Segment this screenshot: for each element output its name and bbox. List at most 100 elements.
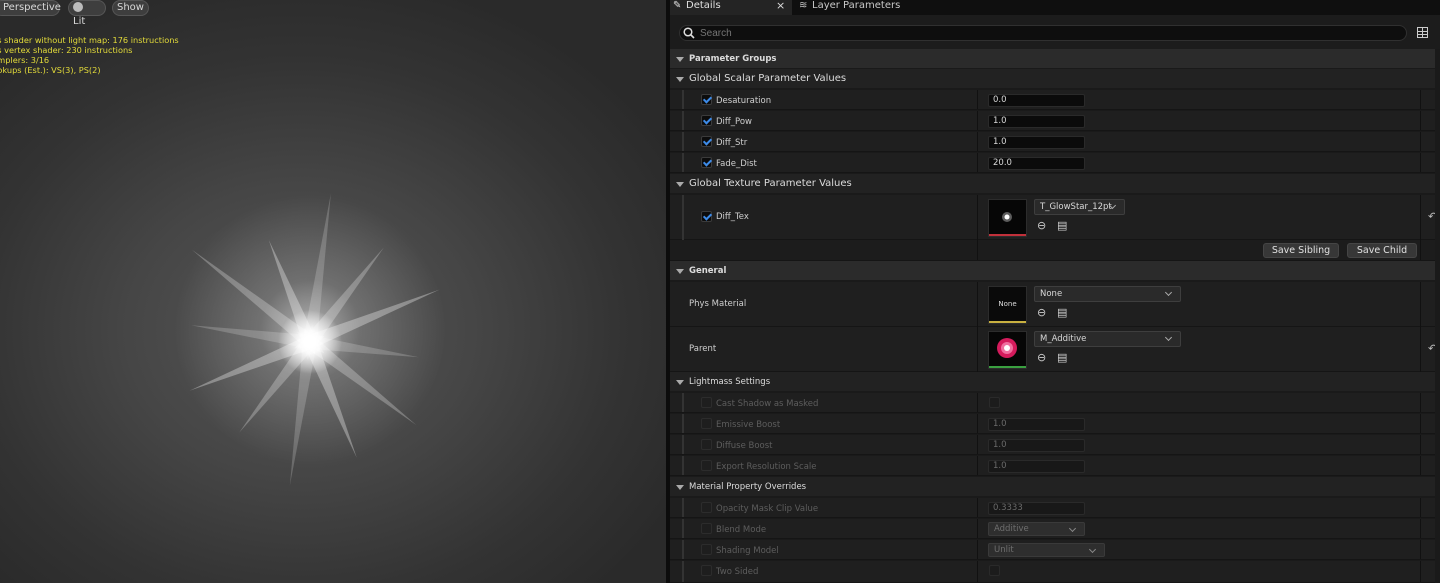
property-name: Export Resolution Scale [716,462,817,472]
texture-asset-name: T_GlowStar_12pt [1040,202,1112,212]
property-row-cast-shadow-masked: Cast Shadow as Masked [670,393,1440,413]
lit-mode-button[interactable]: Lit [68,0,106,27]
override-checkbox[interactable] [701,460,712,471]
search-input[interactable] [679,25,1407,41]
property-name: Parent [689,344,717,354]
material-preview-icon [997,338,1017,358]
lit-sphere-icon [73,2,83,12]
shader-stats: ass shader without light map: 176 instru… [0,35,179,75]
section-lightmass[interactable]: Lightmass Settings [670,372,1440,392]
collapse-arrow-icon[interactable] [676,380,684,385]
property-row-phys-material: Phys Material None None ⊖ ▤ [670,282,1440,327]
override-checkbox[interactable] [701,502,712,513]
section-label: General [689,266,727,276]
param-name: Diff_Pow [716,117,752,127]
chevron-down-icon [1068,524,1077,533]
collapse-arrow-icon[interactable] [676,77,684,82]
browse-asset-icon[interactable]: ▤ [1057,307,1070,320]
chevron-down-icon [1164,333,1173,342]
collapse-arrow-icon[interactable] [676,57,684,62]
use-selected-asset-icon[interactable]: ⊖ [1037,352,1050,365]
override-checkbox[interactable] [701,397,712,408]
override-checkbox[interactable] [701,523,712,534]
tab-details[interactable]: ✎ Details × [670,0,792,15]
property-name: Phys Material [689,299,747,309]
scalar-value-field[interactable]: 20.0 [988,157,1085,170]
pencil-icon: ✎ [673,0,682,11]
browse-asset-icon[interactable]: ▤ [1057,352,1070,365]
value-field[interactable]: 1.0 [988,418,1085,431]
scalar-value-field[interactable]: 0.0 [988,94,1085,107]
override-checkbox[interactable] [701,544,712,555]
chevron-down-icon [1164,288,1173,297]
save-sibling-button[interactable]: Save Sibling [1263,243,1339,258]
material-preview-viewport[interactable]: Perspective Lit Show ass shader without … [0,0,666,583]
browse-asset-icon[interactable]: ▤ [1057,220,1070,233]
shading-model-dropdown[interactable]: Unlit [988,543,1105,557]
texture-thumbnail[interactable] [988,199,1027,237]
param-name: Desaturation [716,96,772,106]
collapse-arrow-icon[interactable] [676,485,684,490]
property-row-export-resolution-scale: Export Resolution Scale 1.0 [670,456,1440,476]
override-checkbox[interactable] [701,439,712,450]
override-checkbox[interactable] [701,565,712,576]
save-child-button[interactable]: Save Child [1347,243,1417,258]
layers-icon: ≋ [799,0,808,11]
override-checkbox[interactable] [701,211,712,222]
texture-asset-picker[interactable]: T_GlowStar_12pt [1034,199,1125,215]
override-checkbox[interactable] [701,157,712,168]
property-row-parent: Parent M_Additive ⊖ ▤ ↶ [670,327,1440,372]
stats-line: ass shader without light map: 176 instru… [0,35,179,45]
thumbnail-none-text: None [998,300,1017,308]
glow-star-preview [189,193,440,486]
show-button[interactable]: Show [112,0,149,16]
blend-mode-dropdown[interactable]: Additive [988,522,1085,536]
phys-material-picker[interactable]: None [1034,286,1181,302]
section-label: Material Property Overrides [689,482,807,492]
section-label: Global Scalar Parameter Values [689,73,847,84]
scalar-value-field[interactable]: 1.0 [988,115,1085,128]
parent-material-picker[interactable]: M_Additive [1034,331,1181,347]
stats-line: samplers: 3/16 [0,55,50,65]
section-global-scalar[interactable]: Global Scalar Parameter Values [670,69,1440,89]
tab-layer-parameters[interactable]: ≋ Layer Parameters [796,0,976,15]
collapse-arrow-icon[interactable] [676,269,684,274]
param-row-diff-str: Diff_Str 1.0 [670,132,1440,152]
tab-details-label: Details [686,0,721,11]
parent-material-value: M_Additive [1040,334,1087,344]
value-field[interactable]: 0.3333 [988,502,1085,515]
view-options-icon[interactable] [1417,27,1428,38]
value-checkbox[interactable] [989,565,1000,576]
override-checkbox[interactable] [701,418,712,429]
override-checkbox[interactable] [701,115,712,126]
override-checkbox[interactable] [701,136,712,147]
section-material-property-overrides[interactable]: Material Property Overrides [670,477,1440,497]
param-row-fade-dist: Fade_Dist 20.0 [670,153,1440,173]
scrollbar[interactable] [1435,49,1440,583]
save-buttons-row: Save Sibling Save Child [670,240,1440,261]
tab-bar: ✎ Details × ≋ Layer Parameters [670,0,1440,15]
perspective-button[interactable]: Perspective [0,0,61,16]
section-parameter-groups[interactable]: Parameter Groups [670,49,1440,69]
property-name: Diffuse Boost [716,441,773,451]
value-checkbox[interactable] [989,397,1000,408]
property-row-shading-model: Shading Model Unlit [670,540,1440,560]
value-field[interactable]: 1.0 [988,439,1085,452]
use-selected-asset-icon[interactable]: ⊖ [1037,220,1050,233]
details-panel: ✎ Details × ≋ Layer Parameters Parameter… [670,0,1440,583]
use-selected-asset-icon[interactable]: ⊖ [1037,307,1050,320]
property-name: Emissive Boost [716,420,781,430]
collapse-arrow-icon[interactable] [676,182,684,187]
section-global-texture[interactable]: Global Texture Parameter Values [670,174,1440,194]
stats-line: Lookups (Est.): VS(3), PS(2) [0,65,101,75]
asset-type-color-bar [989,234,1026,236]
override-checkbox[interactable] [701,94,712,105]
phys-material-thumbnail[interactable]: None [988,286,1027,324]
param-row-diff-tex: Diff_Tex T_GlowStar_12pt ⊖ ▤ ↶ [670,195,1440,240]
parent-material-thumbnail[interactable] [988,331,1027,369]
close-icon[interactable]: × [776,0,785,12]
section-general[interactable]: General [670,261,1440,281]
value-field[interactable]: 1.0 [988,460,1085,473]
property-name: Cast Shadow as Masked [716,399,819,409]
scalar-value-field[interactable]: 1.0 [988,136,1085,149]
